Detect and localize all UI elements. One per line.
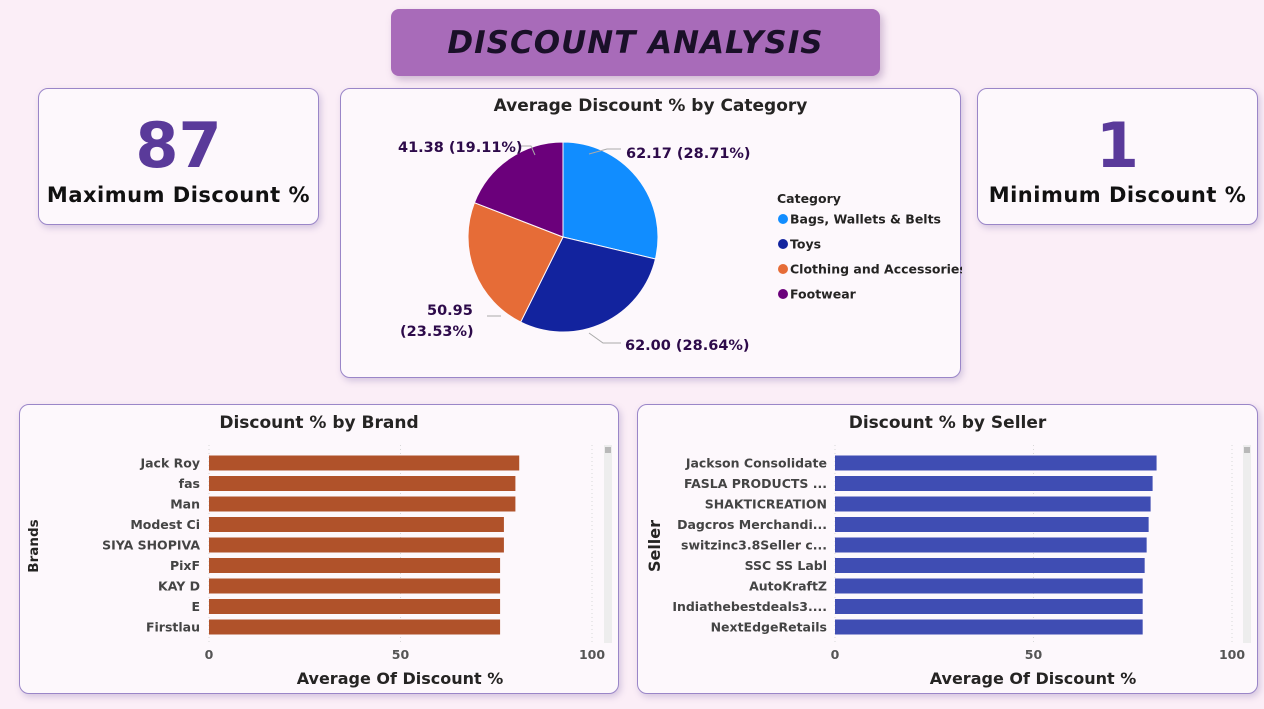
max-discount-label: Maximum Discount % [46,183,311,207]
pie-legend-item-3[interactable]: Footwear [790,287,857,302]
category-label-2: SHAKTICREATION [705,497,827,512]
bar-6[interactable] [835,578,1143,594]
dashboard-title: DISCOUNT ANALYSIS [447,24,824,61]
category-label-2: Man [170,497,200,512]
seller-scrollbar[interactable] [1243,445,1251,643]
pie-legend-marker-0 [778,214,788,224]
x-tick-label-0: 0 [205,647,214,662]
dashboard-title-banner: DISCOUNT ANALYSIS [391,9,880,76]
bar-4[interactable] [835,537,1147,553]
pie-leader-line-1 [588,332,621,344]
pie-data-label-2b: (23.53%) [400,324,474,340]
seller-bar-chart[interactable]: 0 50 100 Jackson Consolidate FASLA PRODUCTS … [638,405,1259,695]
bar-7[interactable] [209,599,501,614]
bar-2[interactable] [835,496,1151,512]
bar-7[interactable] [835,599,1143,614]
category-label-8: NextEdgeRetails [711,620,827,635]
bar-1[interactable] [835,476,1153,491]
x-tick-label-2: 100 [579,647,605,662]
bar-0[interactable] [209,455,520,471]
category-label-0: Jackson Consolidate [685,456,827,471]
pie-legend-item-1[interactable]: Toys [790,237,821,252]
category-label-5: SSC SS Labl [745,558,827,573]
bar-5[interactable] [835,558,1145,573]
category-label-1: FASLA PRODUCTS ... [684,476,827,491]
bar-1[interactable] [209,476,516,491]
bar-3[interactable] [209,517,504,532]
brand-scrollbar[interactable] [604,445,612,643]
max-discount-value: 87 [135,109,222,182]
pie-legend-item-2[interactable]: Clothing and Accessories [790,262,962,277]
brand-bar-card[interactable]: Discount % by Brand 0 50 100 Jack Roy fas Man… [19,404,619,694]
x-axis-title: Average Of Discount % [297,669,504,688]
brand-scroll-thumb[interactable] [605,447,611,453]
bar-2[interactable] [209,496,516,512]
brand-bar-chart[interactable]: 0 50 100 Jack Roy fas Man Modest Ci SIYA SHOPIV… [20,405,620,695]
min-discount-value: 1 [1095,109,1140,182]
pie-legend-marker-3 [778,289,788,299]
bar-5[interactable] [209,558,501,573]
bar-4[interactable] [209,537,504,553]
category-label-5: PixF [170,558,200,573]
category-label-3: Modest Ci [130,517,200,532]
category-label-0: Jack Roy [139,456,200,471]
pie-data-label-3: 41.38 (19.11%) [398,140,523,156]
category-label-1: fas [179,476,200,491]
y-axis-title: Seller [645,520,664,572]
pie-data-label-0: 62.17 (28.71%) [626,146,751,162]
x-tick-label-1: 50 [1025,647,1043,662]
pie-data-label-1: 62.00 (28.64%) [625,338,750,354]
category-label-4: switzinc3.8Seller c... [681,538,827,553]
x-tick-label-1: 50 [392,647,410,662]
x-tick-label-0: 0 [831,647,840,662]
bar-6[interactable] [209,578,501,594]
bar-0[interactable] [835,455,1157,471]
max-discount-card: 87 Maximum Discount % [38,88,319,225]
min-discount-card: 1 Minimum Discount % [977,88,1258,225]
pie-legend-title: Category [777,191,841,206]
category-label-4: SIYA SHOPIVA [102,538,200,553]
seller-scroll-thumb[interactable] [1244,447,1250,453]
pie-legend-marker-1 [778,239,788,249]
x-tick-label-2: 100 [1219,647,1245,662]
bar-3[interactable] [835,517,1149,532]
pie-legend-item-0[interactable]: Bags, Wallets & Belts [790,212,941,227]
pie-data-label-2a: 50.95 [427,303,473,319]
seller-bar-card[interactable]: Discount % by Seller 0 50 100 Jackson Conso… [637,404,1258,694]
category-label-6: KAY D [158,579,200,594]
category-label-3: Dagcros Merchandi... [677,517,827,532]
pie-legend-marker-2 [778,264,788,274]
min-discount-label: Minimum Discount % [988,183,1247,207]
bar-8[interactable] [209,619,501,635]
category-label-7: E [191,599,200,614]
category-label-8: Firstlau [146,620,200,635]
y-axis-title: Brands [26,519,42,572]
category-label-7: Indiathebestdeals3.... [672,599,827,614]
bar-8[interactable] [835,619,1143,635]
x-axis-title: Average Of Discount % [930,669,1137,688]
category-pie-card[interactable]: Average Discount % by Category 62.17 (28… [340,88,962,379]
pie-chart[interactable]: 62.17 (28.71%) 62.00 (28.64%) 50.95 (23.53%… [341,89,962,379]
category-label-6: AutoKraftZ [749,579,827,594]
